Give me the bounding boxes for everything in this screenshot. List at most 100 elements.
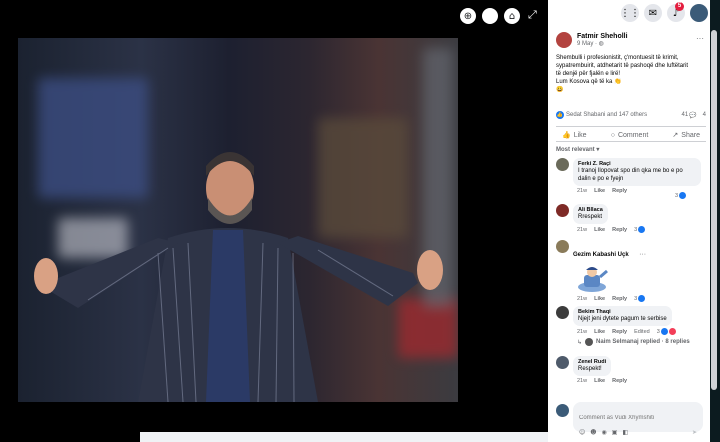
comment-author[interactable]: Gezim Kabashi Uçk xyxy=(573,252,629,258)
post-photo[interactable] xyxy=(18,38,458,402)
comment-reaction-count[interactable]: 3 xyxy=(675,192,687,199)
comment-like-link[interactable]: Like xyxy=(594,329,605,335)
avatar-sticker-icon[interactable]: ☺ xyxy=(579,429,585,436)
comment-like-link[interactable]: Like xyxy=(594,227,605,233)
share-icon: ↗ xyxy=(672,132,679,139)
notification-badge: 5 xyxy=(675,2,684,11)
comment-reply-link[interactable]: Reply xyxy=(612,378,627,384)
zoom-in-icon[interactable]: ⊕ xyxy=(460,8,476,24)
person-figure xyxy=(34,152,443,402)
like-label: Like xyxy=(573,131,587,139)
reply-summary: Naim Selmanaj replied · 8 replies xyxy=(596,339,690,345)
post-panel: ⋮⋮ ✉ ♪ 5 Fatmir Sheholli 9 May · ◍ ··· S… xyxy=(548,0,720,442)
comment-count[interactable]: 41 xyxy=(681,112,688,118)
post-date[interactable]: 9 May · xyxy=(577,41,599,47)
comment-like-link[interactable]: Like xyxy=(594,296,605,302)
comment-sort-dropdown[interactable]: Most relevant ▾ xyxy=(556,146,599,153)
comment-item: Ali Bllaca Rrespekt 21w Like Reply 3 xyxy=(556,204,706,233)
comment-input-wrapper[interactable]: ☺ ☻ ◉ ▣ ◧ ➤ xyxy=(573,402,703,436)
comment-reaction-count[interactable]: 3 xyxy=(657,328,676,335)
current-user-avatar[interactable] xyxy=(556,404,569,417)
sticker-image xyxy=(575,265,609,293)
expand-icon[interactable]: ⤢ xyxy=(528,8,540,22)
comment-text: Respekt! xyxy=(578,366,602,372)
comment-age[interactable]: 21w xyxy=(577,188,587,194)
zoom-out-icon[interactable] xyxy=(482,8,498,24)
reaction-count: 3 xyxy=(656,328,660,335)
reaction-count: 3 xyxy=(675,192,679,199)
like-reaction-icon xyxy=(638,226,646,233)
post-text: Shembulli i profesionistit, ç'montuesit … xyxy=(556,54,706,94)
camera-icon[interactable]: ◉ xyxy=(602,429,607,436)
reactions-summary[interactable]: 👍 Sedat Shabani and 147 others 41 💬 4 xyxy=(556,111,706,119)
comment-reply-link[interactable]: Reply xyxy=(612,188,627,194)
comment-bubble: Zenel Rudi Respekt! xyxy=(573,356,612,376)
scrollbar[interactable] xyxy=(711,30,717,390)
comment-bubble: Ferki Z. Raçi I tranoj llopovat spo din … xyxy=(573,158,701,186)
window-edge xyxy=(710,0,720,442)
emoji-icon[interactable]: ☻ xyxy=(590,429,596,436)
comment-age[interactable]: 21w xyxy=(577,329,587,335)
gif-icon[interactable]: ▣ xyxy=(612,429,618,436)
like-reaction-icon: 👍 xyxy=(556,111,564,119)
comment-age[interactable]: 21w xyxy=(577,227,587,233)
comment-age[interactable]: 21w xyxy=(577,296,587,302)
post-text-line: 😀 xyxy=(556,87,564,93)
share-label: Share xyxy=(681,131,700,139)
send-icon[interactable]: ➤ xyxy=(692,429,697,436)
sticker-icon[interactable]: ◧ xyxy=(622,429,628,436)
comment-item: Gezim Kabashi Uçk ··· 21w Like Reply 3 xyxy=(556,240,706,302)
post-header: Fatmir Sheholli 9 May · ◍ xyxy=(556,32,628,48)
commenter-avatar[interactable] xyxy=(556,240,569,253)
reactions-text[interactable]: Sedat Shabani and 147 others xyxy=(566,112,647,118)
comment-button[interactable]: ○ Comment xyxy=(605,129,655,141)
comment-reaction-count[interactable]: 3 xyxy=(634,226,646,233)
commenter-avatar[interactable] xyxy=(556,158,569,171)
globe-icon: ◍ xyxy=(598,41,604,47)
page-behind-strip xyxy=(140,432,550,442)
view-replies-link[interactable]: ↳ Naim Selmanaj replied · 8 replies xyxy=(577,338,706,346)
post-author[interactable]: Fatmir Sheholli xyxy=(577,33,628,40)
comment-label: Comment xyxy=(617,131,649,139)
like-button[interactable]: 👍 Like xyxy=(556,129,593,141)
share-button[interactable]: ↗ Share xyxy=(666,129,706,141)
photo-viewer: ⊕ ⌂ ⤢ xyxy=(0,0,548,442)
comment-reply-link[interactable]: Reply xyxy=(612,296,627,302)
author-avatar[interactable] xyxy=(556,32,572,48)
like-reaction-icon xyxy=(638,295,646,302)
comment-item: Ferki Z. Raçi I tranoj llopovat spo din … xyxy=(556,158,706,199)
comment-like-link[interactable]: Like xyxy=(594,188,605,194)
share-count[interactable]: 4 xyxy=(703,112,706,118)
account-icon[interactable] xyxy=(690,4,708,22)
post-text-line: Shembulli i profesionistit, ç'montuesit … xyxy=(556,55,679,61)
comment-more-icon[interactable]: ··· xyxy=(639,251,646,258)
commenter-avatar[interactable] xyxy=(556,306,569,319)
commenter-avatar[interactable] xyxy=(556,204,569,217)
comment-like-link[interactable]: Like xyxy=(594,378,605,384)
comment-text: Njejt jeni dytete pagum te serbise xyxy=(578,316,667,322)
comment-icon: ○ xyxy=(610,131,615,139)
post-text-line: Lum Kosova që të ka 👏 xyxy=(556,79,622,85)
menu-grid-icon[interactable]: ⋮⋮ xyxy=(620,4,640,22)
more-options-icon[interactable]: ··· xyxy=(696,34,704,43)
comment-reaction-count[interactable]: 3 xyxy=(634,295,646,302)
commenter-avatar[interactable] xyxy=(556,356,569,369)
post-text-line: sypatrembuirit, atdhetarit të pashoqë dh… xyxy=(556,63,689,69)
comment-count-icon: 💬 xyxy=(689,112,697,119)
like-reaction-icon xyxy=(679,192,687,199)
comment-reply-link[interactable]: Reply xyxy=(612,227,627,233)
comment-text: I tranoj llopovat spo din qka me bo e po… xyxy=(578,168,683,182)
top-bar: ⋮⋮ ✉ ♪ 5 xyxy=(548,0,720,26)
comment-input[interactable] xyxy=(579,415,697,421)
love-reaction-icon xyxy=(668,328,676,335)
tag-icon[interactable]: ⌂ xyxy=(504,8,520,24)
comment-reply-link[interactable]: Reply xyxy=(612,329,627,335)
comment-edited-label[interactable]: Edited xyxy=(634,329,650,335)
comment-item: Zenel Rudi Respekt! 21w Like Reply xyxy=(556,356,706,384)
messenger-icon[interactable]: ✉ xyxy=(644,4,662,22)
reply-arrow-icon: ↳ xyxy=(577,339,583,346)
comment-text: Rrespekt xyxy=(578,214,603,220)
reaction-count: 3 xyxy=(634,295,638,302)
reaction-count: 3 xyxy=(634,226,638,233)
comment-age[interactable]: 21w xyxy=(577,378,587,384)
